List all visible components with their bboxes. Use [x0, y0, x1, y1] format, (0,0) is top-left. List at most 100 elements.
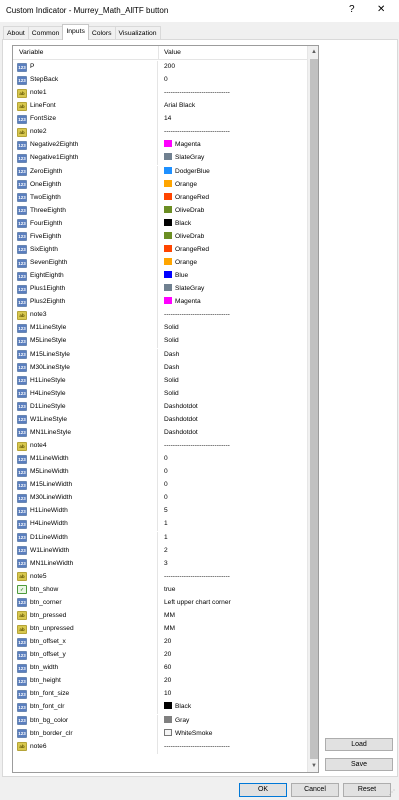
cancel-button[interactable]: Cancel [291, 783, 339, 797]
scroll-thumb[interactable] [310, 59, 318, 759]
grid-row-h1linewidth[interactable]: 123 H1LineWidth 5 [13, 505, 307, 519]
grid-row-note1[interactable]: ab note1 ------------------------------ [13, 87, 307, 101]
grid-row-m5linewidth[interactable]: 123 M5LineWidth 0 [13, 466, 307, 480]
variable-value[interactable]: Black [159, 218, 307, 231]
tab-common[interactable]: Common [27, 26, 64, 40]
variable-value[interactable]: 0 [159, 466, 307, 479]
grid-row-note5[interactable]: ab note5 ------------------------------ [13, 570, 307, 584]
grid-row-m30linestyle[interactable]: 123 M30LineStyle Dash [13, 361, 307, 375]
grid-row-seveneighth[interactable]: 123 SevenEighth Orange [13, 257, 307, 271]
variable-value[interactable]: Magenta [159, 139, 307, 152]
grid-row-btn-unpressed[interactable]: ab btn_unpressed MM [13, 623, 307, 636]
variable-value[interactable]: 20 [159, 649, 307, 662]
grid-row-m15linewidth[interactable]: 123 M15LineWidth 0 [13, 479, 307, 493]
variable-value[interactable]: 200 [159, 61, 307, 74]
grid-row-h4linestyle[interactable]: 123 H4LineStyle Solid [13, 387, 307, 401]
variable-value[interactable]: ------------------------------ [159, 440, 307, 453]
grid-row-note2[interactable]: ab note2 ------------------------------ [13, 126, 307, 140]
variable-value[interactable]: Solid [159, 322, 307, 335]
grid-row-m30linewidth[interactable]: 123 M30LineWidth 0 [13, 492, 307, 506]
grid-row-fontsize[interactable]: 123 FontSize 14 [13, 113, 307, 127]
variable-value[interactable]: 5 [159, 505, 307, 518]
help-icon[interactable]: ? [349, 4, 355, 15]
variable-value[interactable]: 20 [159, 636, 307, 649]
grid-row-btn-font-size[interactable]: 123 btn_font_size 10 [13, 688, 307, 702]
grid-row-stepback[interactable]: 123 StepBack 0 [13, 74, 307, 88]
grid-row-m5linestyle[interactable]: 123 M5LineStyle Solid [13, 335, 307, 349]
variable-value[interactable]: 1 [159, 518, 307, 531]
variable-value[interactable]: 0 [159, 74, 307, 87]
grid-row-threeeighth[interactable]: 123 ThreeEighth OliveDrab [13, 204, 307, 218]
grid-row-mn1linestyle[interactable]: 123 MN1LineStyle Dashdotdot [13, 426, 307, 440]
grid-row-w1linestyle[interactable]: 123 W1LineStyle Dashdotdot [13, 413, 307, 427]
grid-row-plus2eighth[interactable]: 123 Plus2Eighth Magenta [13, 296, 307, 310]
grid-row-fiveeighth[interactable]: 123 FiveEighth OliveDrab [13, 230, 307, 244]
variable-value[interactable]: SlateGray [159, 152, 307, 165]
variable-value[interactable]: Left upper chart corner [159, 597, 307, 610]
resize-grip-icon[interactable]: ⋰ [389, 789, 397, 797]
variable-value[interactable]: DodgerBlue [159, 166, 307, 179]
variable-value[interactable]: 3 [159, 558, 307, 571]
tab-visualization[interactable]: Visualization [114, 26, 161, 40]
scroll-up-icon[interactable]: ▲ [309, 46, 318, 58]
variable-value[interactable]: OliveDrab [159, 231, 307, 244]
variable-value[interactable]: SlateGray [159, 283, 307, 296]
variable-value[interactable]: ------------------------------ [159, 571, 307, 584]
grid-row-btn-offset-y[interactable]: 123 btn_offset_y 20 [13, 649, 307, 663]
grid-row-m1linestyle[interactable]: 123 M1LineStyle Solid [13, 322, 307, 336]
grid-row-negative2eighth[interactable]: 123 Negative2Eighth Magenta [13, 139, 307, 153]
variable-value[interactable]: 0 [159, 453, 307, 466]
variable-value[interactable]: Arial Black [159, 100, 307, 113]
grid-row-h1linestyle[interactable]: 123 H1LineStyle Solid [13, 374, 307, 388]
variable-value[interactable]: Dash [159, 362, 307, 375]
save-button[interactable]: Save [325, 758, 393, 771]
reset-button[interactable]: Reset [343, 783, 391, 797]
variable-value[interactable]: Dashdotdot [159, 401, 307, 414]
tab-inputs[interactable]: Inputs [62, 24, 89, 40]
variable-value[interactable]: 10 [159, 688, 307, 701]
grid-row-btn-border-clr[interactable]: 123 btn_border_clr WhiteSmoke [13, 727, 307, 741]
grid-row-foureighth[interactable]: 123 FourEighth Black [13, 217, 307, 231]
column-divider[interactable] [158, 46, 159, 60]
variable-value[interactable]: Orange [159, 179, 307, 192]
grid-row-p[interactable]: 123 P 200 [13, 61, 307, 74]
variable-value[interactable]: 20 [159, 675, 307, 688]
tab-about[interactable]: About [3, 26, 29, 40]
close-icon[interactable]: ✕ [377, 4, 385, 15]
grid-row-btn-height[interactable]: 123 btn_height 20 [13, 675, 307, 689]
grid-row-btn-width[interactable]: 123 btn_width 60 [13, 662, 307, 676]
ok-button[interactable]: OK [239, 783, 287, 797]
value-column-header[interactable]: Value [164, 49, 181, 56]
grid-row-btn-show[interactable]: ✓ btn_show true [13, 583, 307, 597]
grid-row-btn-offset-x[interactable]: 123 btn_offset_x 20 [13, 636, 307, 650]
grid-row-h4linewidth[interactable]: 123 H4LineWidth 1 [13, 518, 307, 532]
grid-row-zeroeighth[interactable]: 123 ZeroEighth DodgerBlue [13, 165, 307, 179]
grid-row-note6[interactable]: ab note6 ------------------------------ [13, 740, 307, 754]
grid-row-d1linewidth[interactable]: 123 D1LineWidth 1 [13, 531, 307, 545]
grid-row-m1linewidth[interactable]: 123 M1LineWidth 0 [13, 453, 307, 467]
grid-row-plus1eighth[interactable]: 123 Plus1Eighth SlateGray [13, 283, 307, 297]
variable-value[interactable]: 60 [159, 662, 307, 675]
variable-value[interactable]: Blue [159, 270, 307, 283]
grid-row-note3[interactable]: ab note3 ------------------------------ [13, 309, 307, 323]
grid-row-m15linestyle[interactable]: 123 M15LineStyle Dash [13, 348, 307, 362]
variable-value[interactable]: 0 [159, 492, 307, 505]
variable-value[interactable]: 1 [159, 532, 307, 545]
grid-row-twoeighth[interactable]: 123 TwoEighth OrangeRed [13, 191, 307, 205]
grid-row-btn-font-clr[interactable]: 123 btn_font_clr Black [13, 701, 307, 715]
variable-value[interactable]: Dash [159, 349, 307, 362]
variable-value[interactable]: Gray [159, 715, 307, 728]
variable-value[interactable]: MM [159, 623, 307, 636]
grid-row-note4[interactable]: ab note4 ------------------------------ [13, 440, 307, 454]
variable-value[interactable]: Dashdotdot [159, 414, 307, 427]
variable-value[interactable]: Solid [159, 388, 307, 401]
scroll-down-icon[interactable]: ▼ [309, 760, 318, 772]
variable-value[interactable]: Orange [159, 257, 307, 270]
variable-value[interactable]: WhiteSmoke [159, 728, 307, 741]
grid-row-eighteighth[interactable]: 123 EightEighth Blue [13, 270, 307, 284]
variable-value[interactable]: OliveDrab [159, 205, 307, 218]
variable-value[interactable]: ------------------------------ [159, 309, 307, 322]
variable-value[interactable]: Magenta [159, 296, 307, 309]
vertical-scrollbar[interactable]: ▲ ▼ [307, 46, 318, 772]
tab-colors[interactable]: Colors [87, 26, 116, 40]
